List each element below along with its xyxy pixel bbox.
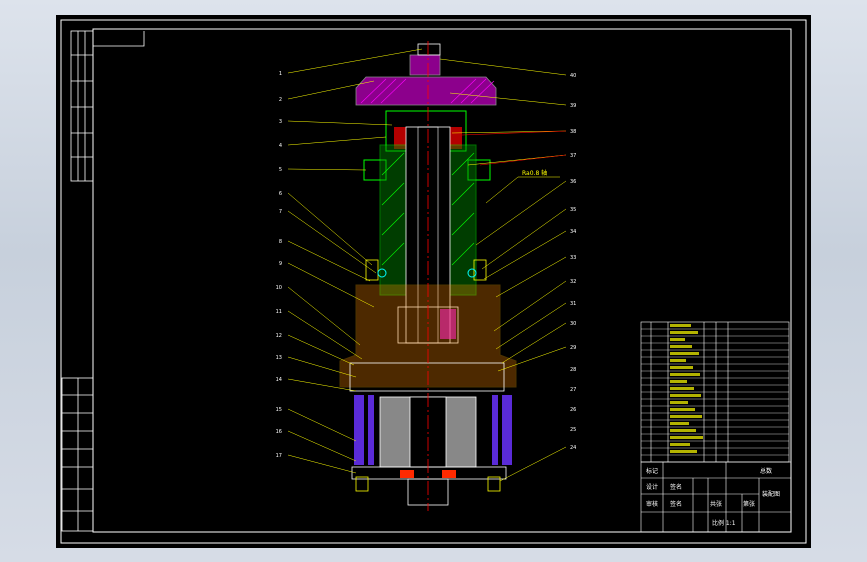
- left-column: [354, 395, 364, 465]
- tb-r3c3: 共张: [710, 500, 722, 508]
- parts-list-entry-mark: [670, 415, 702, 418]
- part-number-left: 15: [276, 407, 282, 413]
- part-number-right: 24: [570, 445, 576, 451]
- parts-list-entry-mark: [670, 331, 698, 334]
- part-number-left: 5: [279, 167, 282, 173]
- tb-r3c4: 第张: [743, 500, 755, 508]
- part-number-right: 31: [570, 301, 576, 307]
- cad-viewport[interactable]: Ra0.8 轴 1 2 3 4 5 6 7 8 9 10 11 12 13 14 15 16 17 40 39 38…: [56, 15, 811, 548]
- part-number-left: 11: [276, 309, 282, 315]
- tb-r1c1: 标记: [646, 467, 658, 475]
- top-nut: [409, 54, 441, 76]
- part-number-right: 30: [570, 321, 576, 327]
- parts-list-entry-mark: [670, 408, 695, 411]
- part-number-right: 32: [570, 279, 576, 285]
- part-number-right: 29: [570, 345, 576, 351]
- parts-list-entry-mark: [670, 345, 692, 348]
- tb-r2c5: 装配图: [762, 490, 780, 498]
- tb-r2c1: 设计: [646, 483, 658, 491]
- part-number-right: 25: [570, 427, 576, 433]
- parts-list-entry-mark: [670, 366, 693, 369]
- parts-list-entry-mark: [670, 436, 703, 439]
- part-number-right: 35: [570, 207, 576, 213]
- part-number-left: 14: [276, 377, 282, 383]
- parts-list-entry-mark: [670, 380, 687, 383]
- part-number-right: 37: [570, 153, 576, 159]
- part-number-left: 4: [279, 143, 282, 149]
- parts-list-entry-mark: [670, 401, 688, 404]
- part-number-left: 17: [276, 453, 282, 459]
- tb-r1c7: 总数: [760, 467, 772, 475]
- part-number-left: 16: [276, 429, 282, 435]
- part-number-right: 34: [570, 229, 576, 235]
- code-box: [93, 31, 145, 47]
- part-number-right: 38: [570, 129, 576, 135]
- parts-list-entry-mark: [670, 324, 691, 327]
- part-number-left: 10: [276, 285, 282, 291]
- part-number-left: 2: [279, 97, 282, 103]
- parts-list-entry-mark: [670, 373, 700, 376]
- parts-list-entry-mark: [670, 443, 690, 446]
- part-number-left: 13: [276, 355, 282, 361]
- parts-list-entry-mark: [670, 429, 696, 432]
- assembly-drawing: Ra0.8 轴 1234567891011121314151617 403938…: [60, 19, 807, 544]
- tb-r3c1: 审核: [646, 500, 658, 508]
- part-numbers-right: 40 39 38 37 36 35 34 33 32 31 30 29 28 27 26 25 24: [570, 73, 576, 451]
- parts-list-rows: [641, 324, 789, 456]
- handwheel: [355, 76, 497, 106]
- part-numbers-left: 1234567891011121314151617: [276, 71, 282, 459]
- part-number-left: 7: [279, 209, 282, 215]
- part-number-right: 39: [570, 103, 576, 109]
- part-number-right: 40: [570, 73, 576, 79]
- part-number-right: 28: [570, 367, 576, 373]
- base-plate: [351, 466, 507, 480]
- left-strip: [61, 30, 94, 532]
- part-number-right: 27: [570, 387, 576, 393]
- part-number-left: 9: [279, 261, 282, 267]
- tb-r3c2: 签名: [670, 500, 682, 508]
- parts-list-entry-mark: [670, 352, 699, 355]
- part-number-right: 26: [570, 407, 576, 413]
- part-number-left: 12: [276, 333, 282, 339]
- part-number-left: 3: [279, 119, 282, 125]
- parts-list-entry-mark: [670, 450, 697, 453]
- parts-list-entry-mark: [670, 338, 685, 341]
- tb-r4c3: 比例 1:1: [712, 519, 736, 527]
- parts-list-entry-mark: [670, 359, 686, 362]
- right-column: [492, 395, 498, 465]
- tb-r2c2: 签名: [670, 483, 682, 491]
- part-number-left: 1: [279, 71, 282, 77]
- part-number-right: 36: [570, 179, 576, 185]
- part-number-right: 33: [570, 255, 576, 261]
- parts-list-entry-mark: [670, 387, 694, 390]
- parts-list-entry-mark: [670, 422, 689, 425]
- part-number-left: 6: [279, 191, 282, 197]
- parts-list-entry-mark: [670, 394, 701, 397]
- part-number-left: 8: [279, 239, 282, 245]
- callout-label: Ra0.8 轴: [522, 169, 547, 177]
